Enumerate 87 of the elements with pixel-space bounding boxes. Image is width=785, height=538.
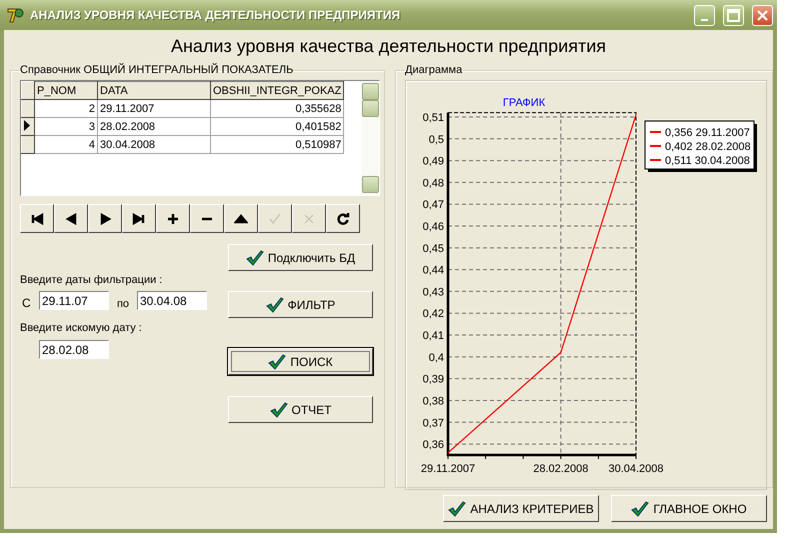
column-header[interactable]: OBSHII_INTEGR_POKAZ bbox=[210, 82, 344, 100]
action-button[interactable]: Подключить БД bbox=[228, 244, 373, 271]
group-title: Диаграмма bbox=[405, 64, 462, 76]
plus-icon bbox=[166, 212, 180, 226]
axis-tick-label: 0,45 bbox=[422, 242, 444, 255]
form-heading: Анализ уровня качества деятельности предприятия bbox=[170, 36, 608, 58]
refresh-icon bbox=[336, 212, 350, 226]
table-cell: 29.11.2007 bbox=[98, 100, 210, 118]
window-title: АНАЛИЗ УРОВНЯ КАЧЕСТВА ДЕЯТЕЛЬНОСТИ ПРЕДПРИЯТИЯ bbox=[30, 8, 402, 22]
navigator-button[interactable] bbox=[190, 204, 224, 233]
table-cell: 2 bbox=[34, 100, 98, 118]
axis-tick-label: 0,38 bbox=[422, 395, 444, 408]
check-icon bbox=[631, 500, 650, 516]
navigator-button[interactable] bbox=[224, 204, 258, 233]
column-header[interactable]: P_NOM bbox=[34, 82, 98, 100]
maximize-icon bbox=[727, 8, 740, 22]
column-header[interactable]: DATA bbox=[98, 82, 210, 100]
navigator-last-icon bbox=[132, 212, 146, 226]
legend-entry: 0,356 29.11.2007 bbox=[665, 127, 750, 139]
axis-tick-label: 0,51 bbox=[422, 112, 444, 124]
navigator-button[interactable] bbox=[122, 204, 156, 233]
axis-tick-label: 0,5 bbox=[428, 134, 444, 146]
row-indicator[interactable] bbox=[22, 100, 34, 118]
legend-entry: 0,511 30.04.2008 bbox=[665, 155, 750, 167]
table-cell: 30.04.2008 bbox=[98, 136, 210, 154]
field-label: Введите даты фильтрации : bbox=[20, 274, 164, 288]
axis-tick-label: 0,39 bbox=[422, 374, 444, 386]
axis-tick-label: 0,41 bbox=[422, 330, 444, 342]
axis-tick-label: 30.04.2008 bbox=[608, 463, 664, 475]
scrollbar[interactable] bbox=[361, 81, 379, 195]
minimize-icon bbox=[701, 18, 708, 20]
navigator-next-icon bbox=[98, 212, 112, 226]
navigator-first-icon bbox=[30, 212, 44, 226]
axis-tick-label: 0,47 bbox=[422, 199, 444, 212]
axis-tick-label: 29.11.2007 bbox=[420, 463, 476, 475]
close-button[interactable] bbox=[752, 4, 773, 26]
field-label: С bbox=[21, 296, 32, 310]
axis-tick-label: 0,49 bbox=[422, 156, 444, 168]
check-icon bbox=[448, 500, 466, 516]
action-button[interactable]: ОТЧЕТ bbox=[228, 396, 373, 423]
axis-tick-label: 0,36 bbox=[422, 439, 444, 452]
app-icon bbox=[6, 6, 24, 24]
navigator-button[interactable] bbox=[20, 204, 54, 233]
axis-tick-label: 0,37 bbox=[422, 417, 444, 430]
navigator-button[interactable] bbox=[326, 204, 360, 233]
date-field[interactable]: 29.11.07 bbox=[39, 291, 109, 310]
axis-tick-label: 0,4 bbox=[428, 352, 444, 364]
navigator-button[interactable] bbox=[54, 204, 88, 233]
check-icon bbox=[268, 354, 286, 370]
row-indicator[interactable] bbox=[22, 118, 34, 136]
navigator-prior-icon bbox=[64, 212, 78, 226]
check-icon bbox=[266, 296, 284, 312]
axis-tick-label: 0,46 bbox=[422, 221, 444, 233]
table-cell: 3 bbox=[34, 118, 98, 136]
field-label: Введите искомую дату : bbox=[20, 322, 143, 336]
row-indicator[interactable] bbox=[22, 136, 34, 154]
check-icon bbox=[268, 212, 282, 226]
action-button[interactable]: АНАЛИЗ КРИТЕРИЕВ bbox=[443, 495, 599, 522]
action-button[interactable]: ФИЛЬТР bbox=[228, 291, 373, 318]
action-button[interactable]: ГЛАВНОЕ ОКНО bbox=[611, 495, 767, 522]
table-cell: 28.02.2008 bbox=[98, 118, 210, 136]
field-label: по bbox=[116, 298, 130, 310]
table-cell: 0,355628 bbox=[210, 100, 344, 118]
axis-tick-label: 28.02.2008 bbox=[533, 463, 588, 475]
group-title: Справочник ОБЩИЙ ИНТЕГРАЛЬНЫЙ ПОКАЗАТЕЛЬ bbox=[20, 64, 294, 76]
legend-entry: 0,402 28.02.2008 bbox=[665, 141, 751, 153]
axis-tick-label: 0,42 bbox=[422, 308, 444, 320]
up-triangle-icon bbox=[234, 212, 248, 226]
row-pointer-icon bbox=[23, 120, 31, 130]
close-icon bbox=[757, 10, 768, 20]
chart-title: ГРАФИК bbox=[502, 97, 546, 109]
date-field[interactable]: 30.04.08 bbox=[137, 291, 207, 310]
cross-icon bbox=[302, 212, 316, 226]
navigator-button[interactable] bbox=[156, 204, 190, 233]
check-icon bbox=[246, 250, 264, 266]
date-field[interactable]: 28.02.08 bbox=[39, 340, 109, 359]
axis-tick-label: 0,44 bbox=[422, 264, 444, 277]
table-cell: 0,510987 bbox=[210, 136, 344, 154]
maximize-button[interactable] bbox=[723, 4, 744, 26]
navigator-button[interactable] bbox=[88, 204, 122, 233]
axis-tick-label: 0,48 bbox=[422, 177, 444, 190]
axis-tick-label: 0,43 bbox=[422, 286, 444, 298]
minimize-button[interactable] bbox=[694, 4, 715, 26]
action-button[interactable]: ПОИСК bbox=[228, 348, 373, 375]
check-icon bbox=[270, 402, 288, 418]
table-cell: 0,401582 bbox=[210, 118, 344, 136]
table-cell: 4 bbox=[34, 136, 98, 154]
